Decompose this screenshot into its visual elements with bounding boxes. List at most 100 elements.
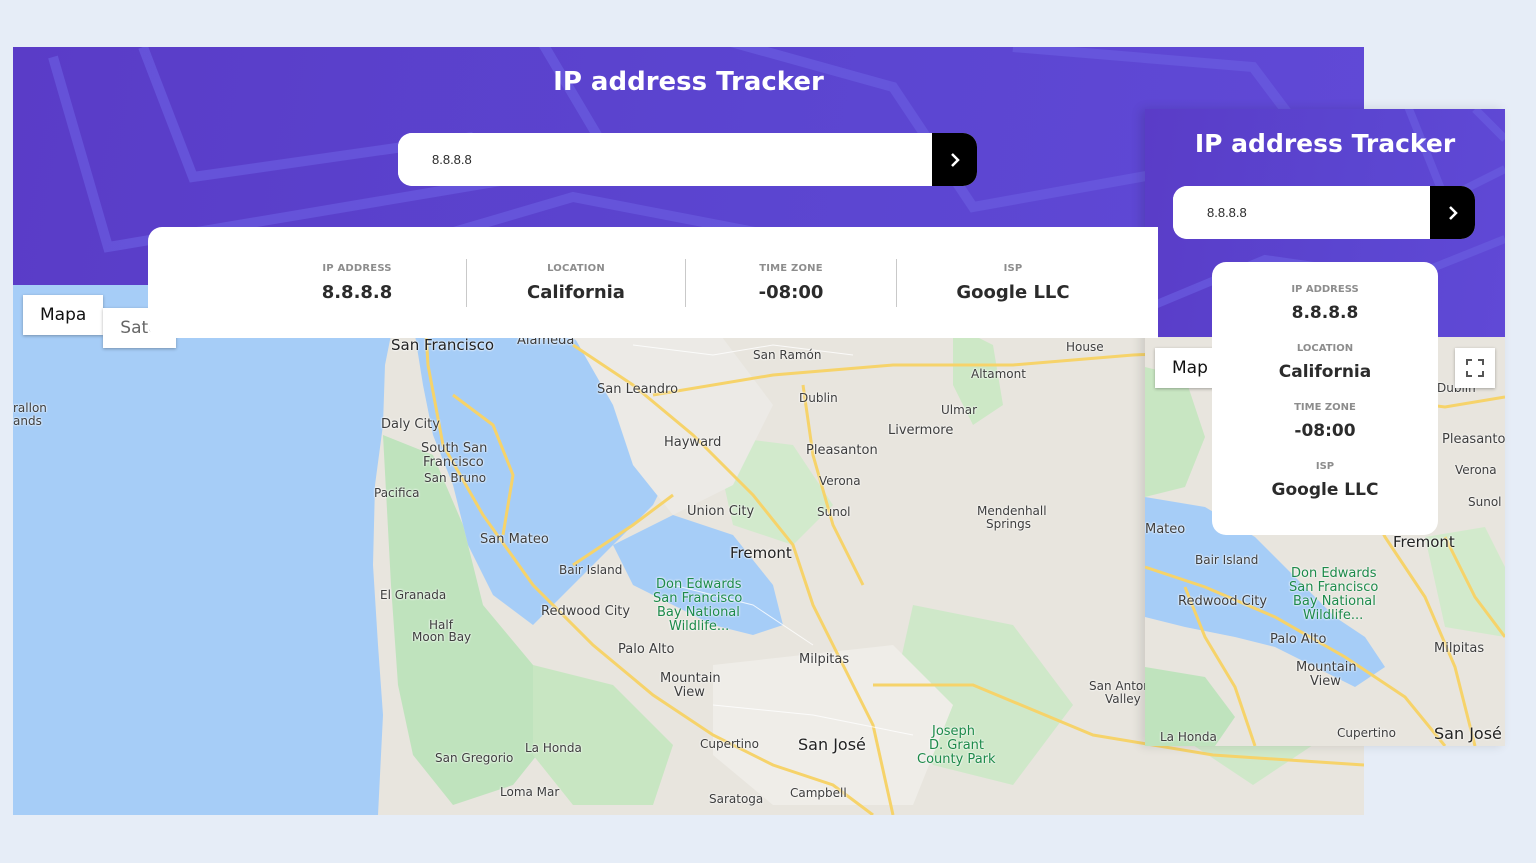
map-label: Palo Alto (618, 642, 675, 657)
chevron-right-icon (950, 152, 960, 167)
map-label: Dublin (799, 391, 838, 405)
map-label: La Honda (525, 741, 582, 755)
map-label: View (674, 685, 705, 700)
map-label: Milpitas (1434, 641, 1485, 656)
map-label: San Mateo (480, 532, 549, 547)
map-label: Wildlife... (1303, 608, 1364, 623)
map-label: Sunol (817, 505, 851, 519)
stat-value: Google LLC (1271, 480, 1379, 500)
map-label: Cupertino (700, 737, 759, 751)
map-label: Saratoga (709, 792, 764, 806)
stat-ip-address: IP ADDRESS 8.8.8.8 (1212, 284, 1438, 323)
stat-value: 8.8.8.8 (321, 281, 393, 303)
search-input[interactable] (398, 133, 932, 186)
map-label: Mateo (1145, 522, 1186, 537)
map-label: Don Edwards (1291, 566, 1377, 581)
map-label: Loma Mar (500, 785, 560, 799)
stat-value: California (527, 281, 625, 303)
map-label: San José (798, 735, 866, 754)
map-label: San Leandro (597, 382, 679, 397)
stat-label: IP ADDRESS (322, 262, 392, 274)
map-label: San Gregorio (435, 751, 514, 765)
map-label: Mountain (1296, 660, 1357, 675)
map-label: Francisco (423, 455, 484, 470)
map-label: Pleasanton (806, 443, 878, 458)
stat-value: -08:00 (758, 281, 824, 303)
map-label: San Ramón (753, 348, 822, 362)
map-label: Bair Island (1195, 553, 1259, 567)
map-label: Palo Alto (1270, 632, 1327, 647)
map-label: San Bruno (424, 471, 487, 485)
map-label: San Francisco (653, 591, 743, 606)
ip-info-card: IP ADDRESS 8.8.8.8 LOCATION California T… (148, 227, 1158, 338)
map-label: County Park (917, 752, 996, 767)
map-label: Bay National (657, 605, 740, 620)
map-label: View (1310, 674, 1341, 689)
stat-value: 8.8.8.8 (1291, 303, 1359, 323)
map-label: Campbell (790, 786, 847, 800)
map-label: Sunol (1468, 495, 1502, 509)
map-label: San Francisco (1289, 580, 1379, 595)
stat-label: LOCATION (1296, 343, 1354, 354)
map-label: Livermore (888, 423, 954, 438)
map-label: Mountain (660, 671, 721, 686)
map-label: Daly City (381, 417, 440, 432)
map-label: ands (13, 414, 42, 428)
stat-label: LOCATION (547, 262, 605, 274)
map-label: La Honda (1160, 730, 1217, 744)
map-label: Wildlife... (669, 619, 730, 634)
ip-info-card: IP ADDRESS 8.8.8.8 LOCATION California T… (1212, 262, 1438, 535)
map-label: El Granada (380, 588, 447, 602)
stat-value: Google LLC (956, 281, 1070, 303)
stat-label: ISP (1315, 461, 1335, 472)
map-type-map-button[interactable]: Mapa (23, 295, 104, 335)
search-bar (398, 133, 977, 186)
map-label: Altamont (971, 367, 1026, 381)
map-label: D. Grant (929, 738, 984, 753)
map-label: San José (1434, 724, 1502, 743)
search-submit-button[interactable] (932, 133, 977, 186)
map-label: Bay National (1293, 594, 1376, 609)
map-label: Redwood City (1178, 594, 1268, 609)
map-label: Don Edwards (656, 577, 742, 592)
map-label: Moon Bay (412, 630, 472, 644)
app-title: IP address Tracker (553, 67, 824, 97)
map-label: Cupertino (1337, 726, 1396, 740)
stat-time-zone: TIME ZONE -08:00 (1212, 402, 1438, 441)
stat-location: LOCATION California (1212, 343, 1438, 382)
stat-label: IP ADDRESS (1291, 284, 1359, 295)
fullscreen-icon (1466, 359, 1484, 377)
stat-location: LOCATION California (467, 263, 685, 303)
map-label: House (1066, 340, 1104, 354)
stat-label: ISP (1003, 262, 1023, 274)
chevron-right-icon (1448, 205, 1458, 220)
app-title: IP address Tracker (1194, 129, 1456, 158)
stat-isp: ISP Google LLC (1212, 461, 1438, 500)
search-bar (1173, 186, 1475, 239)
stat-label: TIME ZONE (759, 262, 823, 274)
map-label: Mendenhall (977, 504, 1047, 518)
map-label: Union City (687, 504, 755, 519)
stat-value: California (1278, 362, 1372, 382)
map-label: Valley (1105, 692, 1141, 706)
map-label: Milpitas (799, 652, 850, 667)
search-submit-button[interactable] (1430, 186, 1475, 239)
stat-ip-address: IP ADDRESS 8.8.8.8 (248, 263, 466, 303)
stat-value: -08:00 (1294, 421, 1356, 441)
map-label: Redwood City (541, 604, 631, 619)
search-input[interactable] (1173, 186, 1430, 239)
map-label: Hayward (664, 435, 722, 450)
map-label: Bair Island (559, 563, 623, 577)
map-label: Pleasanton (1442, 432, 1505, 447)
fullscreen-button[interactable] (1455, 348, 1495, 388)
mobile-screenshot: Dublin Pleasanton Verona Sunol Mateo Fre… (1145, 109, 1505, 746)
map-label: South San (421, 441, 488, 456)
map-label: Fremont (730, 544, 792, 562)
stat-isp: ISP Google LLC (897, 263, 1129, 303)
map-label: Pacifica (374, 486, 420, 500)
map-label: rallon (13, 401, 47, 415)
map-label: Joseph (932, 724, 976, 739)
map-label: Springs (986, 517, 1031, 531)
map-label: Verona (819, 474, 861, 488)
stat-label: TIME ZONE (1294, 402, 1356, 413)
